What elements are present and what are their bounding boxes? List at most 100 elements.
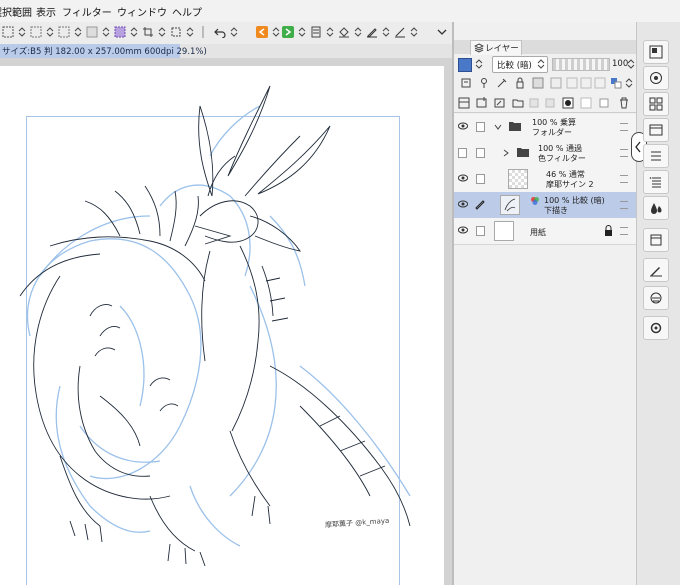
tab-layer[interactable]: レイヤー (470, 40, 522, 55)
layer-row-selected[interactable]: 100 % 比較 (暗) 下描き (454, 192, 636, 219)
settings-button[interactable] (643, 316, 669, 340)
tool-property-button[interactable] (643, 258, 669, 282)
sub-tool-button[interactable] (643, 92, 669, 116)
transparent-icon[interactable] (86, 26, 98, 38)
lock-transparency-icon[interactable] (532, 77, 544, 89)
paper[interactable]: 摩耶薫子 @k_maya (0, 66, 444, 585)
reference-icon[interactable] (478, 77, 490, 89)
chevron-icon[interactable] (128, 26, 140, 38)
copy-icon[interactable] (310, 26, 322, 38)
layer-row[interactable]: 用紙 (454, 218, 636, 245)
color-wheel-button[interactable] (643, 66, 669, 90)
layer-property-button[interactable] (643, 144, 669, 168)
document-tab[interactable]: サイズ:B5 判 182.00 x 257.00mm 600dpi 29.1%) (0, 44, 207, 59)
layer-lock-box[interactable] (476, 174, 485, 184)
menu-help[interactable]: ヘルプ (172, 4, 202, 19)
pen-icon[interactable] (366, 26, 378, 38)
chevron-icon[interactable] (16, 26, 28, 38)
layer-lock-box[interactable] (476, 226, 485, 236)
drag-handle-icon[interactable] (620, 149, 628, 157)
drag-handle-icon[interactable] (620, 123, 628, 131)
layer-lock-box[interactable] (476, 148, 485, 158)
selection-icon[interactable] (58, 26, 70, 38)
drag-handle-icon[interactable] (620, 201, 628, 209)
pattern-2-icon[interactable] (580, 77, 592, 89)
mask-enable-icon[interactable] (550, 77, 562, 89)
material-button[interactable] (643, 118, 669, 142)
apply-mask-icon[interactable] (580, 97, 592, 109)
folder-icon (509, 122, 521, 131)
drag-handle-icon[interactable] (620, 227, 628, 235)
lock-icon[interactable] (514, 77, 526, 89)
chevron-icon[interactable] (100, 26, 112, 38)
command-toolbar (0, 22, 452, 45)
chevron-icon[interactable] (324, 26, 336, 38)
pattern-3-icon[interactable] (594, 77, 606, 89)
layer-row[interactable]: 100 % 通過 色フィルター (454, 140, 636, 167)
eye-icon[interactable] (458, 122, 468, 130)
menu-window[interactable]: ウィンドウ (117, 4, 167, 19)
layer-list-button[interactable] (643, 170, 669, 194)
brush-shape-button[interactable] (643, 286, 669, 310)
chevron-icon[interactable] (380, 26, 392, 38)
folder-expand-icon[interactable] (494, 123, 502, 131)
chevron-icon[interactable] (296, 26, 308, 38)
drag-handle-icon[interactable] (620, 175, 628, 183)
pen-line-icon[interactable] (394, 26, 406, 38)
navigator-button[interactable] (643, 40, 669, 64)
chevron-icon[interactable] (156, 26, 168, 38)
chevron-icon[interactable] (184, 26, 196, 38)
mask-icon[interactable] (562, 97, 574, 109)
pattern-1-icon[interactable] (566, 77, 578, 89)
layer-row[interactable]: 46 % 通常 摩耶サイン 2 (454, 166, 636, 193)
selection-icon[interactable] (30, 26, 42, 38)
dropdown-arrow-icon[interactable] (436, 26, 448, 38)
chevron-icon[interactable] (536, 58, 546, 70)
chevron-icon[interactable] (626, 58, 636, 70)
new-raster-layer-icon[interactable] (476, 97, 488, 109)
new-vector-layer-icon[interactable] (494, 97, 506, 109)
fill-icon[interactable] (338, 26, 350, 38)
chevron-icon[interactable] (352, 26, 364, 38)
purple-selection-icon[interactable] (114, 26, 126, 38)
combine-down-icon[interactable] (544, 97, 556, 109)
panel-menu-icon[interactable] (458, 97, 470, 109)
opacity-slider[interactable] (552, 58, 610, 71)
clip-icon[interactable] (460, 77, 472, 89)
layer-lock-box[interactable] (476, 122, 485, 132)
clear-icon[interactable] (598, 97, 610, 109)
layer-right-icon[interactable] (282, 26, 294, 38)
layer-row[interactable]: 100 % 乗算 フォルダー (454, 114, 636, 141)
layer-visibility-box[interactable] (458, 148, 467, 158)
brush-size-button[interactable] (643, 196, 669, 220)
transfer-down-icon[interactable] (528, 97, 540, 109)
menu-selection[interactable]: 選択範囲 (0, 4, 32, 19)
chevron-icon[interactable] (474, 58, 484, 70)
eye-icon[interactable] (458, 200, 468, 208)
chevron-icon[interactable] (228, 26, 240, 38)
folder-collapse-icon[interactable] (502, 149, 510, 157)
layer-color-icon[interactable] (610, 77, 622, 89)
undo-icon[interactable] (214, 26, 226, 38)
crop-icon[interactable] (142, 26, 154, 38)
eye-icon[interactable] (458, 226, 468, 234)
transform-icon[interactable] (170, 26, 182, 38)
layer-name: 色フィルター (538, 154, 586, 163)
chevron-icon[interactable] (270, 26, 282, 38)
lock-icon[interactable] (604, 225, 613, 236)
grid-icon[interactable] (2, 26, 14, 38)
layer-color-swatch[interactable] (458, 58, 472, 72)
new-folder-icon[interactable] (512, 97, 524, 109)
menu-view[interactable]: 表示 (36, 4, 56, 19)
canvas-area[interactable]: 摩耶薫子 @k_maya (0, 58, 452, 585)
chevron-icon[interactable] (44, 26, 56, 38)
layer-left-icon[interactable] (256, 26, 268, 38)
chevron-icon[interactable] (624, 77, 636, 89)
draft-icon[interactable] (496, 77, 508, 89)
chevron-icon[interactable] (408, 26, 420, 38)
history-button[interactable] (643, 228, 669, 252)
menu-filter[interactable]: フィルター (62, 4, 112, 19)
eye-icon[interactable] (458, 174, 468, 182)
chevron-icon[interactable] (72, 26, 84, 38)
trash-icon[interactable] (618, 97, 630, 109)
